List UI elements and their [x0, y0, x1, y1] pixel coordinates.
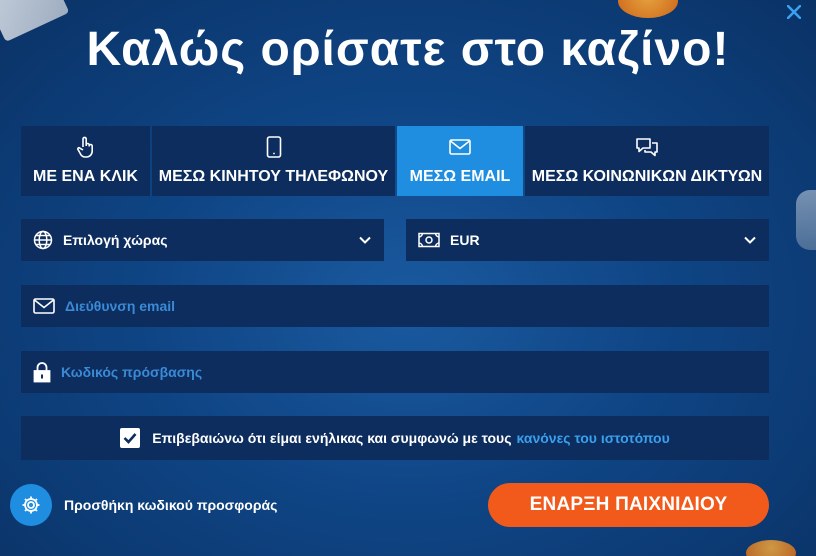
tab-label: ΜΕΣΩ EMAIL	[409, 168, 511, 185]
country-value: Επιλογή χώρας	[63, 232, 168, 248]
tab-mobile-phone[interactable]: ΜΕΣΩ ΚΙΝΗΤΟΥ ΤΗΛΕΦΩΝΟΥ	[152, 126, 395, 196]
tab-email[interactable]: ΜΕΣΩ EMAIL	[397, 126, 523, 196]
consent-text: Επιβεβαιώνω ότι είμαι ενήλικας και συμφω…	[152, 430, 512, 446]
age-consent-row: Επιβεβαιώνω ότι είμαι ενήλικας και συμφω…	[21, 416, 769, 460]
tab-label: ΜΕΣΩ ΚΙΝΗΤΟΥ ΤΗΛΕΦΩΝΟΥ	[158, 168, 389, 185]
tab-label: ΜΕΣΩ ΚΟΙΝΩΝΙΚΩΝ ΔΙΚΤΥΩΝ	[531, 168, 763, 185]
lock-icon	[33, 362, 51, 383]
currency-value: EUR	[450, 232, 480, 248]
gear-icon	[10, 484, 52, 526]
email-field[interactable]: Διεύθυνση email	[21, 285, 769, 327]
site-rules-link[interactable]: κανόνες του ιστοτόπου	[517, 430, 670, 446]
globe-icon	[33, 230, 53, 250]
hand-pointer-icon	[76, 136, 96, 158]
banknote-icon	[418, 232, 440, 248]
chat-bubbles-icon	[635, 136, 659, 158]
chevron-down-icon	[359, 236, 371, 244]
envelope-icon	[449, 136, 471, 158]
decorative-shape	[796, 190, 816, 250]
password-placeholder: Κωδικός πρόσβασης	[61, 364, 203, 380]
chevron-down-icon	[744, 236, 756, 244]
email-placeholder: Διεύθυνση email	[65, 298, 176, 314]
start-game-button[interactable]: ΕΝΑΡΞΗ ΠΑΙΧΝΙΔΙΟΥ	[488, 483, 769, 527]
tab-one-click[interactable]: ΜΕ ΕΝΑ ΚΛΙΚ	[21, 126, 150, 196]
checkmark-icon	[123, 433, 137, 444]
tab-social-networks[interactable]: ΜΕΣΩ ΚΟΙΝΩΝΙΚΩΝ ΔΙΚΤΥΩΝ	[525, 126, 769, 196]
mobile-phone-icon	[266, 136, 282, 158]
consent-checkbox[interactable]	[120, 428, 141, 448]
envelope-icon	[33, 298, 55, 314]
promo-label: Προσθήκη κωδικού προσφοράς	[64, 497, 278, 513]
country-select[interactable]: Επιλογή χώρας	[21, 219, 384, 261]
page-title: Καλώς ορίσατε στο καζίνο!	[86, 23, 730, 76]
close-icon	[787, 5, 801, 19]
decorative-chip	[618, 0, 678, 18]
close-button[interactable]	[784, 2, 804, 22]
decorative-chip-bottom	[746, 540, 796, 556]
tab-label: ΜΕ ΕΝΑ ΚΛΙΚ	[33, 168, 138, 185]
add-promo-code[interactable]: Προσθήκη κωδικού προσφοράς	[10, 484, 277, 526]
password-field[interactable]: Κωδικός πρόσβασης	[21, 351, 769, 393]
registration-tabs: ΜΕ ΕΝΑ ΚΛΙΚ ΜΕΣΩ ΚΙΝΗΤΟΥ ΤΗΛΕΦΩΝΟΥ ΜΕΣΩ …	[21, 126, 769, 196]
currency-select[interactable]: EUR	[406, 219, 769, 261]
